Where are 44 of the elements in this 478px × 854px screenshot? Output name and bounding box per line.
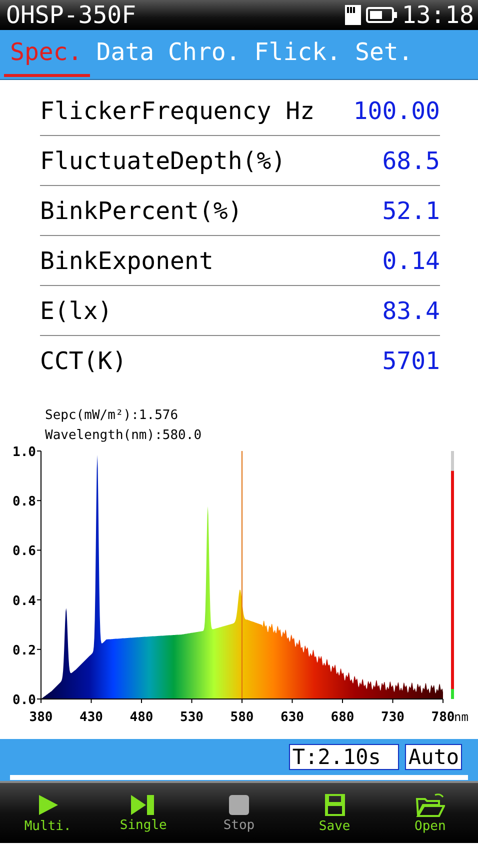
axis-label: 0.0 xyxy=(12,693,36,708)
measurement-label: BinkPercent(%) xyxy=(40,196,242,224)
measurement-label: BinkExponent xyxy=(40,246,214,274)
axis-label: 630 xyxy=(280,710,304,725)
axis-unit: nm xyxy=(454,710,468,724)
measurement-value: 52.1 xyxy=(382,196,440,224)
readout-text: Wavelength(nm):580.0 xyxy=(45,428,202,443)
measurement-value: 100.00 xyxy=(353,96,440,124)
mode-field[interactable]: Auto xyxy=(405,744,462,770)
axis-label: 680 xyxy=(330,710,354,725)
axis-label: 430 xyxy=(80,710,103,725)
toolbar-button[interactable]: Multi. xyxy=(12,792,83,834)
toolbar-button[interactable]: Single xyxy=(108,794,178,832)
axis-label: 0.6 xyxy=(12,544,36,560)
axis-label: 1.0 xyxy=(12,445,36,460)
axis-label: 0.4 xyxy=(12,594,36,609)
toolbar-button[interactable]: Save xyxy=(300,792,370,834)
stop-icon xyxy=(228,794,250,816)
axis-label: 480 xyxy=(130,710,154,725)
measurement-value: 5701 xyxy=(382,346,440,374)
device-title: OHSP-350F xyxy=(6,1,136,29)
battery-icon xyxy=(366,6,398,24)
axis-label: 0.8 xyxy=(12,494,36,510)
measurement-label: FlickerFrequency Hz xyxy=(40,96,315,124)
clock-time: 13:18 xyxy=(402,1,474,29)
time-field[interactable]: T:2.10s xyxy=(289,744,400,770)
folder-icon xyxy=(415,792,446,816)
axis-label: 0.2 xyxy=(12,643,36,658)
measurement-value: 0.14 xyxy=(382,246,440,274)
measurement-label: CCT(K) xyxy=(40,346,127,374)
skip-next-icon xyxy=(130,794,156,816)
measurement-label: FluctuateDepth(%) xyxy=(40,146,286,174)
measurement-value: 68.5 xyxy=(382,146,440,174)
measurement-label: E(lx) xyxy=(40,296,112,324)
memory-card-icon xyxy=(344,4,362,26)
axis-label: 380 xyxy=(29,710,53,725)
toolbar-button[interactable]: Open xyxy=(395,792,466,834)
meter-base xyxy=(451,689,454,699)
axis-label: 580 xyxy=(230,710,254,725)
axis-label: 780 xyxy=(431,710,455,725)
readout-text: Sepc(mW/m²):1.576 xyxy=(45,408,178,423)
axis-label: 530 xyxy=(180,710,204,725)
axis-label: 730 xyxy=(381,710,404,725)
measurement-value: 83.4 xyxy=(382,296,440,324)
